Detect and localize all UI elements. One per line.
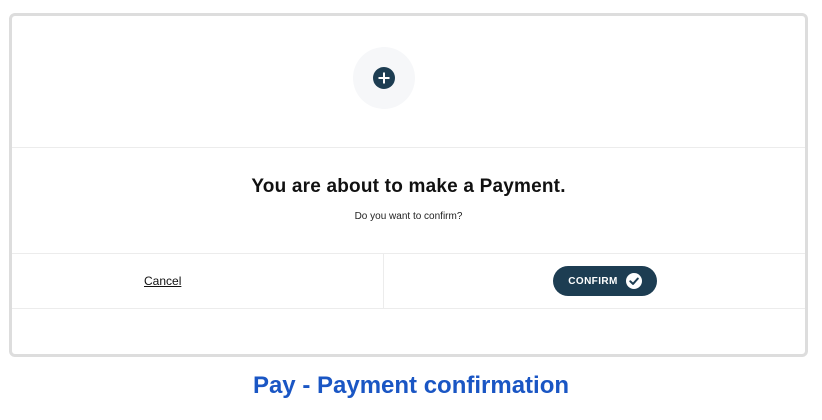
icon-badge <box>353 47 415 109</box>
page-caption: Pay - Payment confirmation <box>252 372 570 399</box>
cancel-link[interactable]: Cancel <box>144 274 181 288</box>
actions-divider <box>383 254 384 308</box>
plus-circle-icon <box>373 67 395 89</box>
payment-confirmation-dialog: You are about to make a Payment. Do you … <box>9 13 808 357</box>
check-circle-icon <box>625 273 642 289</box>
dialog-title: You are about to make a Payment. <box>251 176 566 197</box>
confirm-button[interactable]: CONFIRM <box>553 266 657 296</box>
dialog-icon-section <box>12 16 805 148</box>
confirm-button-label: CONFIRM <box>568 275 618 287</box>
dialog-subtitle: Do you want to confirm? <box>354 211 463 222</box>
dialog-message-section: You are about to make a Payment. Do you … <box>12 148 805 254</box>
dialog-actions: Cancel CONFIRM <box>12 254 805 309</box>
